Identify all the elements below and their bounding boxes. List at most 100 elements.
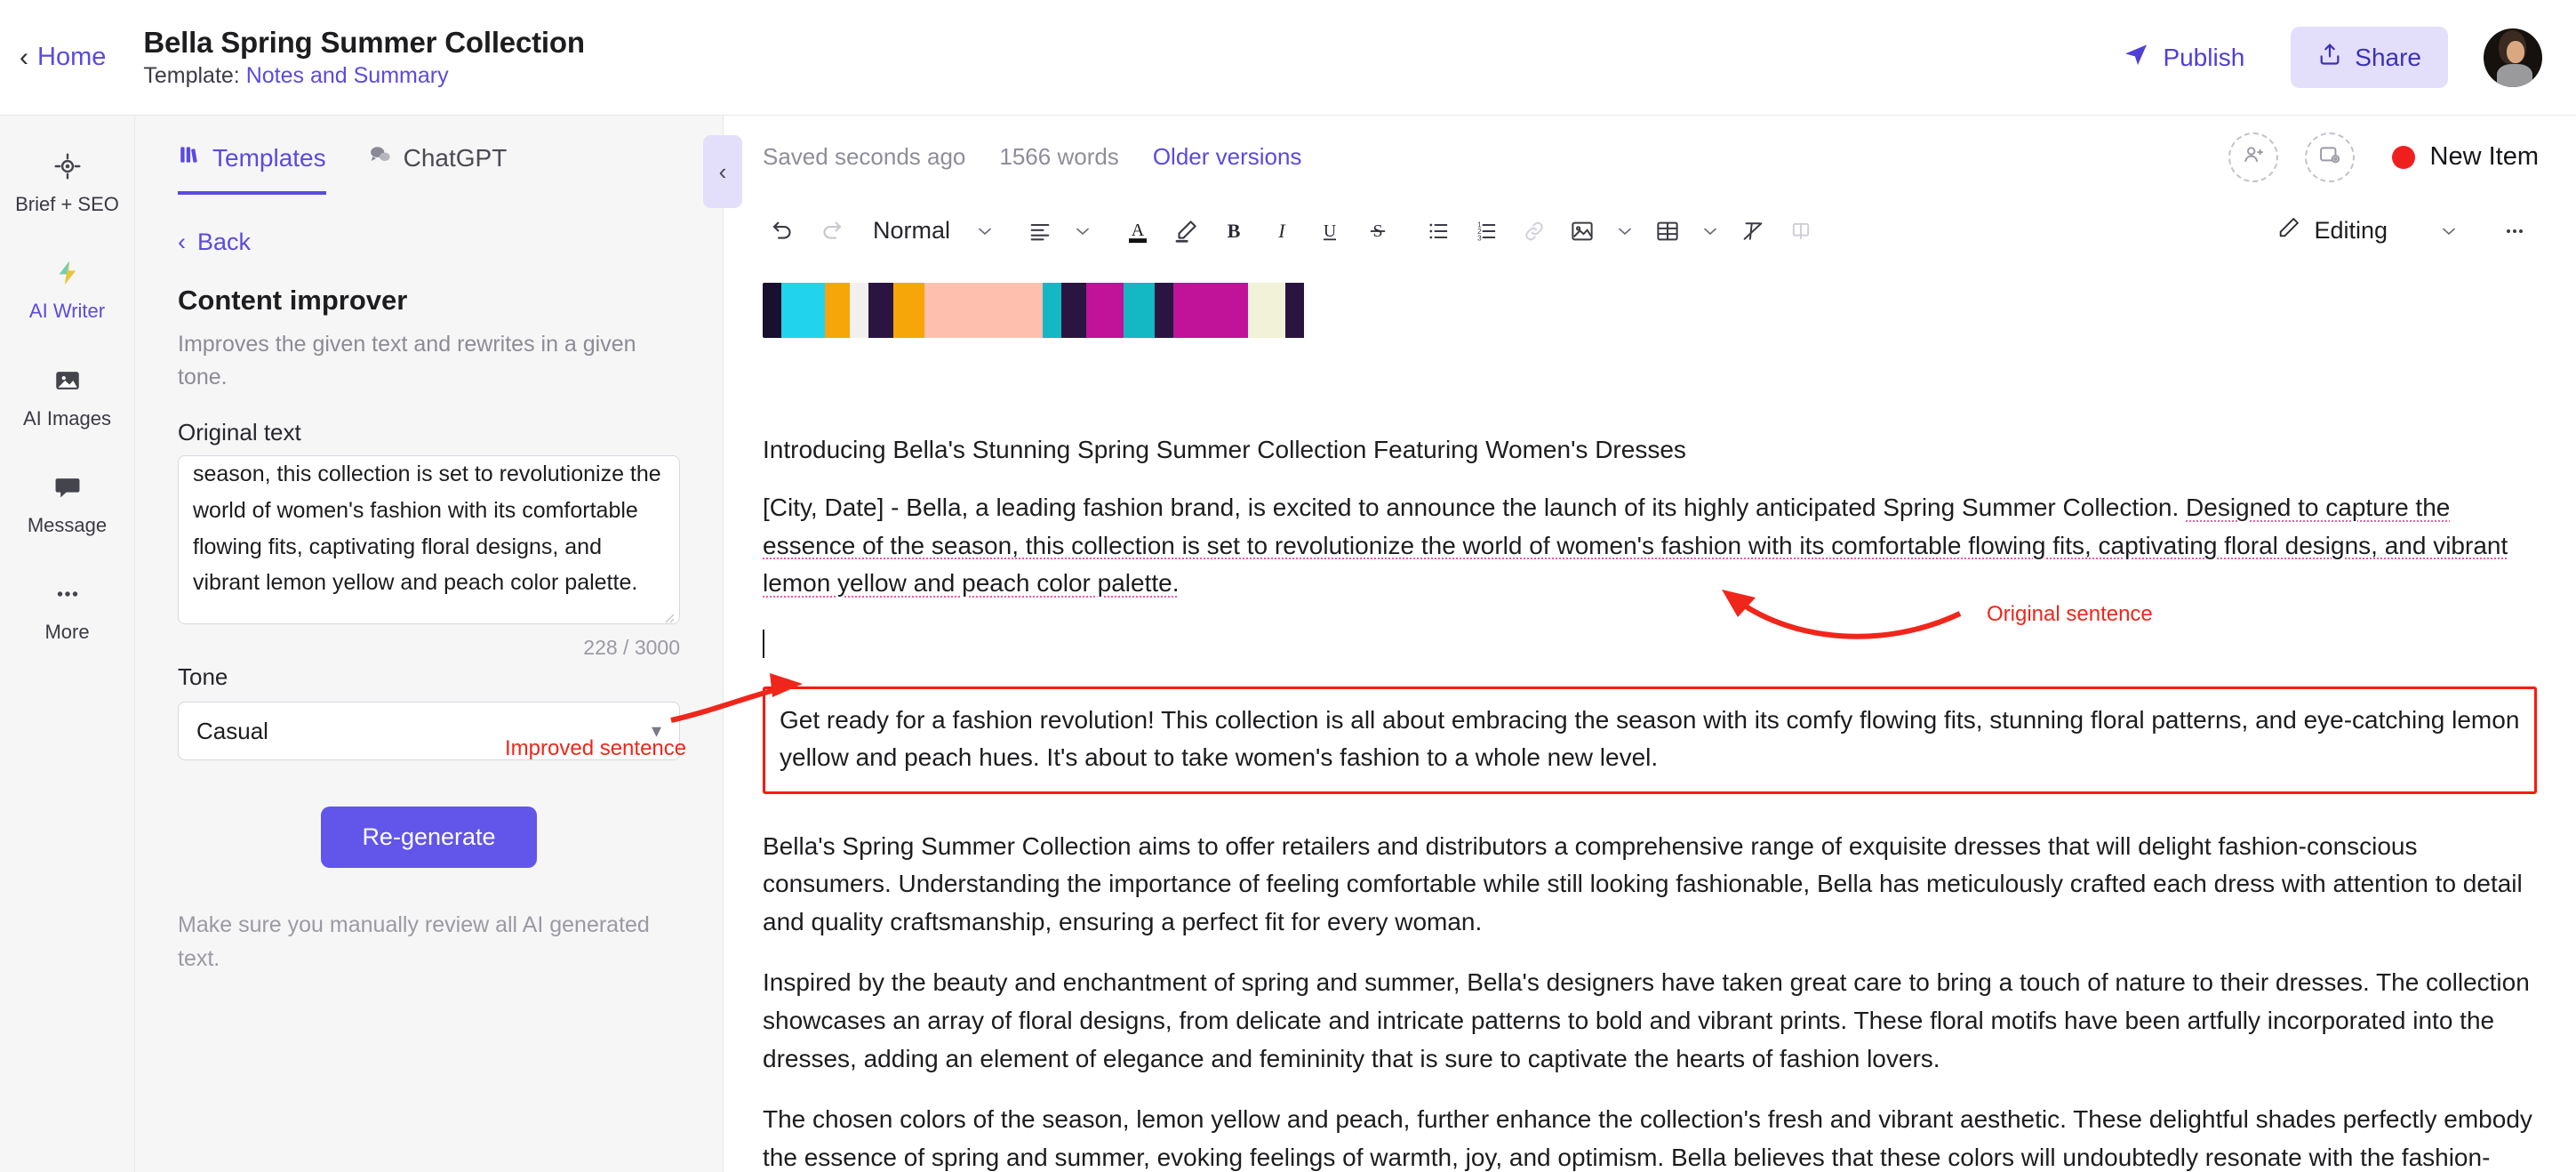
send-icon — [2122, 40, 2150, 75]
title-block: Bella Spring Summer Collection Template:… — [143, 26, 585, 89]
italic-button[interactable]: I — [1258, 207, 1306, 255]
document-paragraph-3: Inspired by the beauty and enchantment o… — [763, 968, 2530, 1072]
share-label: Share — [2355, 43, 2421, 71]
bullet-list-button[interactable] — [1414, 207, 1462, 255]
avatar[interactable] — [2484, 28, 2542, 87]
resize-handle-icon[interactable] — [660, 609, 675, 623]
ellipsis-icon — [52, 575, 83, 613]
tone-select[interactable]: Casual ▾ — [178, 702, 680, 760]
regenerate-wrap: Re-generate — [178, 807, 680, 868]
clear-formatting-button[interactable] — [1729, 207, 1777, 255]
template-panel: Templates ChatGPT ‹ Back Content improve… — [135, 116, 742, 1172]
strip-band — [763, 283, 781, 339]
sidebar-item-label: Brief + SEO — [15, 193, 119, 215]
text-color-button[interactable]: A — [1114, 207, 1162, 255]
regenerate-button[interactable]: Re-generate — [321, 807, 537, 868]
improved-sentence-box[interactable]: Get ready for a fashion revolution! This… — [763, 686, 2537, 794]
sidebar-item-message[interactable]: Message — [0, 469, 135, 536]
tone-label: Tone — [178, 663, 228, 690]
sidebar-item-ai-images[interactable]: AI Images — [0, 362, 135, 429]
highlight-button[interactable] — [1162, 207, 1210, 255]
chevron-down-icon[interactable] — [1064, 207, 1101, 255]
char-counter: 228 / 3000 — [583, 636, 680, 659]
align-button[interactable] — [1016, 207, 1064, 255]
app-root: ‹ Home Bella Spring Summer Collection Te… — [0, 0, 2576, 1172]
more-options-button[interactable] — [2491, 207, 2539, 255]
saved-status: Saved seconds ago — [763, 143, 966, 171]
chevron-down-icon[interactable] — [2430, 207, 2468, 255]
undo-button[interactable] — [759, 207, 807, 255]
document-paragraph-2: Bella's Spring Summer Collection aims to… — [763, 831, 2523, 935]
numbered-list-button[interactable]: 1 2 3 — [1462, 207, 1510, 255]
page-title: Bella Spring Summer Collection — [143, 26, 585, 59]
editor-header-actions: New Item — [2228, 132, 2539, 182]
svg-text:U: U — [1324, 221, 1336, 240]
svg-text:3: 3 — [1477, 234, 1482, 242]
svg-text:I: I — [1277, 220, 1286, 242]
document-scroll-area[interactable]: Introducing Bella's Stunning Spring Summ… — [724, 263, 2576, 1172]
svg-text:A: A — [1132, 221, 1145, 240]
chevron-down-icon[interactable] — [1692, 207, 1729, 255]
insert-table-button[interactable] — [1644, 207, 1692, 255]
strip-band — [850, 283, 868, 339]
original-text-input[interactable] — [178, 455, 680, 624]
svg-text:B: B — [1228, 220, 1241, 242]
record-dot-icon — [2391, 145, 2415, 169]
template-prefix: Template: — [143, 63, 240, 88]
tab-templates[interactable]: Templates — [178, 142, 326, 195]
user-add-icon — [2241, 142, 2266, 172]
chevron-down-icon[interactable] — [966, 207, 1004, 255]
editing-mode-button[interactable]: Editing — [2269, 215, 2395, 246]
back-button[interactable]: ‹ Back — [178, 229, 680, 256]
body-row: Brief + SEO AI Writer AI Images Message … — [0, 116, 2576, 1172]
paragraph-1-plain: [City, Date] - Bella, a leading fashion … — [763, 494, 2187, 522]
sidebar-item-brief-seo[interactable]: Brief + SEO — [0, 148, 135, 215]
link-button[interactable] — [1510, 207, 1558, 255]
bold-button[interactable]: B — [1210, 207, 1258, 255]
strip-band — [1043, 283, 1061, 339]
formatting-toolbar: Normal A B I U S 1 2 3 Editing — [724, 198, 2576, 263]
chevron-down-icon[interactable] — [1606, 207, 1644, 255]
caret-line — [763, 626, 2537, 663]
insert-image-button[interactable] — [1558, 207, 1606, 255]
avatar-body — [2496, 64, 2533, 87]
word-count: 1566 words — [999, 143, 1119, 171]
document-body[interactable]: Introducing Bella's Stunning Spring Summ… — [724, 263, 2576, 1172]
strikethrough-button[interactable]: S — [1354, 207, 1402, 255]
underline-button[interactable]: U — [1306, 207, 1354, 255]
new-item-button[interactable]: New Item — [2391, 142, 2539, 172]
collapse-panel-button[interactable]: ‹ — [703, 135, 742, 208]
panel-tabs: Templates ChatGPT — [178, 116, 680, 195]
upload-icon — [2317, 42, 2342, 73]
lightning-icon — [53, 254, 82, 292]
sidebar-item-ai-writer[interactable]: AI Writer — [0, 254, 135, 322]
avatar-face — [2507, 41, 2525, 64]
tab-chatgpt[interactable]: ChatGPT — [367, 142, 507, 195]
panel-note: Make sure you manually review all AI gen… — [178, 912, 650, 971]
image-settings-icon — [2317, 142, 2342, 172]
editor-header: Saved seconds ago 1566 words Older versi… — [724, 116, 2576, 198]
paragraph-style-select[interactable]: Normal — [855, 217, 966, 245]
sidebar-item-more[interactable]: More — [0, 575, 135, 643]
add-collaborator-button[interactable] — [2228, 132, 2278, 182]
paragraph-style-value: Normal — [873, 217, 951, 245]
strip-band — [781, 283, 825, 339]
tab-templates-label: Templates — [212, 143, 326, 172]
older-versions-link[interactable]: Older versions — [1153, 143, 1302, 171]
home-back-link[interactable]: ‹ Home — [20, 43, 106, 72]
sidebar-item-label: Message — [27, 513, 108, 536]
media-settings-button[interactable] — [2304, 132, 2355, 182]
strip-band — [1304, 283, 1385, 339]
editing-label: Editing — [2314, 217, 2388, 245]
template-name-link[interactable]: Notes and Summary — [246, 63, 449, 88]
strip-band — [893, 283, 924, 339]
redo-button[interactable] — [807, 207, 855, 255]
back-label: Back — [197, 229, 252, 255]
target-icon — [52, 148, 83, 185]
original-text-label: Original text — [178, 419, 301, 446]
strip-band — [924, 283, 1043, 339]
share-button[interactable]: Share — [2291, 27, 2448, 88]
comment-button[interactable] — [1777, 207, 1825, 255]
panel-description: Improves the given text and rewrites in … — [178, 332, 636, 389]
publish-button[interactable]: Publish — [2106, 31, 2260, 84]
